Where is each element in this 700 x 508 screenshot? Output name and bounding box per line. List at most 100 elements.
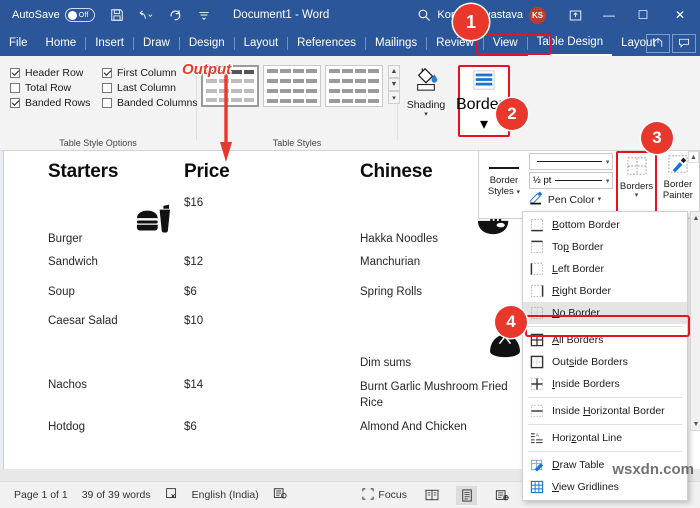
- group-shading: Shading ▾: [398, 56, 454, 151]
- menu-item-bottom-border[interactable]: Bottom Border: [523, 214, 687, 236]
- menu-item-label: All Borders: [552, 334, 604, 346]
- tab-insert[interactable]: Insert: [86, 30, 133, 56]
- menu-item-inside-borders[interactable]: Inside Borders: [523, 373, 687, 395]
- tab-file[interactable]: File: [0, 30, 37, 56]
- menu-item-label: No Border: [552, 307, 600, 319]
- cell-starter: Caesar Salad: [48, 315, 118, 327]
- chevron-down-icon[interactable]: ▾: [516, 189, 520, 196]
- cell-chinese: Burnt Garlic Mushroom Fried Rice: [360, 381, 508, 409]
- menu-scrollbar[interactable]: ▲ ▼: [690, 211, 700, 431]
- tab-draw[interactable]: Draw: [134, 30, 179, 56]
- web-layout-icon[interactable]: [491, 486, 512, 505]
- tab-design[interactable]: Design: [180, 30, 234, 56]
- chevron-down-icon[interactable]: ▾: [424, 111, 428, 118]
- line-style-preview: [536, 161, 602, 162]
- checkbox-box[interactable]: [10, 68, 20, 78]
- tab-layout[interactable]: Layout: [235, 30, 288, 56]
- checkbox-banded-rows[interactable]: Banded Rows: [10, 97, 102, 109]
- language-indicator[interactable]: English (India): [192, 489, 259, 501]
- menu-item-outside-borders[interactable]: Outside Borders: [523, 351, 687, 373]
- tab-mailings[interactable]: Mailings: [366, 30, 426, 56]
- avatar[interactable]: KS: [529, 6, 546, 24]
- menu-item-label: Draw Table: [552, 459, 605, 471]
- cell-chinese: Manchurian: [360, 256, 421, 268]
- all-borders-icon: [529, 333, 544, 348]
- scroll-up-icon[interactable]: ▲: [691, 212, 700, 224]
- accessibility-icon[interactable]: [273, 487, 287, 503]
- menu-item-top-border[interactable]: Top Border: [523, 236, 687, 258]
- line-weight-combo[interactable]: ½ pt ▾: [528, 172, 614, 189]
- customize-quick-access-icon[interactable]: [196, 7, 212, 23]
- tab-view[interactable]: View: [484, 30, 527, 56]
- redo-icon[interactable]: [167, 7, 183, 23]
- borders-grid-icon: [626, 156, 648, 181]
- search-icon[interactable]: [411, 8, 437, 22]
- chevron-down-icon[interactable]: ▾: [606, 158, 610, 166]
- chevron-down-icon[interactable]: ▾: [598, 196, 602, 204]
- chevron-down-icon[interactable]: ▾: [635, 192, 639, 200]
- print-layout-icon[interactable]: [456, 485, 477, 505]
- menu-item-inside-horizontal-border[interactable]: Inside Horizontal Border: [523, 400, 687, 422]
- pen-color-button[interactable]: Pen Color ▾: [529, 191, 613, 208]
- scroll-up-icon[interactable]: ▲: [688, 151, 699, 163]
- word-count[interactable]: 39 of 39 words: [82, 489, 151, 501]
- menu-item-view-gridlines[interactable]: View Gridlines: [523, 476, 687, 498]
- border-styles-label-line2: Styles ▾: [487, 186, 520, 197]
- document-title: Document1 - Word: [233, 9, 330, 21]
- checkbox-header-row[interactable]: Header Row: [10, 67, 102, 79]
- border-styles-button[interactable]: Border Styles ▾: [479, 151, 529, 218]
- focus-icon: [362, 487, 375, 503]
- tab-references[interactable]: References: [288, 30, 365, 56]
- menu-item-horizontal-line[interactable]: A Horizontal Line: [523, 427, 687, 449]
- table-style-thumbnail[interactable]: [263, 65, 321, 107]
- comments-icon[interactable]: [672, 33, 696, 53]
- borders-dropdown-menu[interactable]: Bottom Border Top Border Left Border Right …: [522, 211, 688, 501]
- tab-home[interactable]: Home: [37, 30, 86, 56]
- horizontal-line-icon: A: [529, 431, 544, 446]
- inside-borders-icon: [529, 377, 544, 392]
- read-mode-icon[interactable]: [421, 486, 442, 505]
- focus-button[interactable]: Focus: [362, 487, 407, 503]
- checkbox-total-row[interactable]: Total Row: [10, 82, 102, 94]
- ribbon-display-options-icon[interactable]: [558, 0, 592, 30]
- borders-flyout-panel: Border Styles ▾ ▾ ½ pt ▾ Pen Color ▾ Bor…: [478, 151, 700, 219]
- borders-dropdown-button[interactable]: Borders ▾: [616, 151, 657, 218]
- checkbox-box[interactable]: [102, 68, 112, 78]
- maximize-button[interactable]: ☐: [626, 0, 660, 30]
- column-header-price: Price: [184, 161, 230, 182]
- checkbox-label: Banded Columns: [117, 97, 198, 109]
- cell-chinese: Spring Rolls: [360, 286, 422, 298]
- share-icon[interactable]: [646, 33, 670, 53]
- line-style-combo[interactable]: ▾: [528, 153, 614, 170]
- chevron-down-icon[interactable]: ▾: [606, 177, 610, 185]
- shading-button[interactable]: Shading ▾: [398, 61, 454, 118]
- menu-item-no-border[interactable]: No Border: [523, 302, 687, 324]
- close-button[interactable]: ✕: [660, 0, 700, 30]
- chevron-down-icon[interactable]: ▾: [480, 114, 488, 134]
- undo-icon[interactable]: [138, 7, 154, 23]
- save-icon[interactable]: [109, 7, 125, 23]
- tab-table-design[interactable]: Table Design: [527, 30, 613, 56]
- autosave-control[interactable]: AutoSave Off: [12, 8, 95, 22]
- proofing-errors-icon[interactable]: [165, 487, 178, 503]
- page-indicator[interactable]: Page 1 of 1: [14, 489, 68, 501]
- checkbox-box[interactable]: [102, 83, 112, 93]
- borders-icon: [471, 69, 497, 96]
- cell-starter: Hotdog: [48, 421, 86, 433]
- checkbox-box[interactable]: [10, 98, 20, 108]
- autosave-toggle[interactable]: Off: [64, 8, 95, 22]
- checkbox-box[interactable]: [102, 98, 112, 108]
- pen-color-icon: [529, 191, 545, 208]
- checkbox-banded-columns[interactable]: Banded Columns: [102, 97, 202, 109]
- menu-item-all-borders[interactable]: All Borders: [523, 329, 687, 351]
- checkbox-last-column[interactable]: Last Column: [102, 82, 202, 94]
- menu-item-right-border[interactable]: Right Border: [523, 280, 687, 302]
- panel-scrollbar[interactable]: ▲: [688, 151, 699, 219]
- minimize-button[interactable]: —: [592, 0, 626, 30]
- table-style-thumbnail[interactable]: [325, 65, 383, 107]
- left-border-icon: [529, 262, 544, 277]
- menu-item-label: Horizontal Line: [552, 432, 623, 444]
- scroll-down-icon[interactable]: ▼: [691, 418, 700, 430]
- checkbox-box[interactable]: [10, 83, 20, 93]
- menu-item-left-border[interactable]: Left Border: [523, 258, 687, 280]
